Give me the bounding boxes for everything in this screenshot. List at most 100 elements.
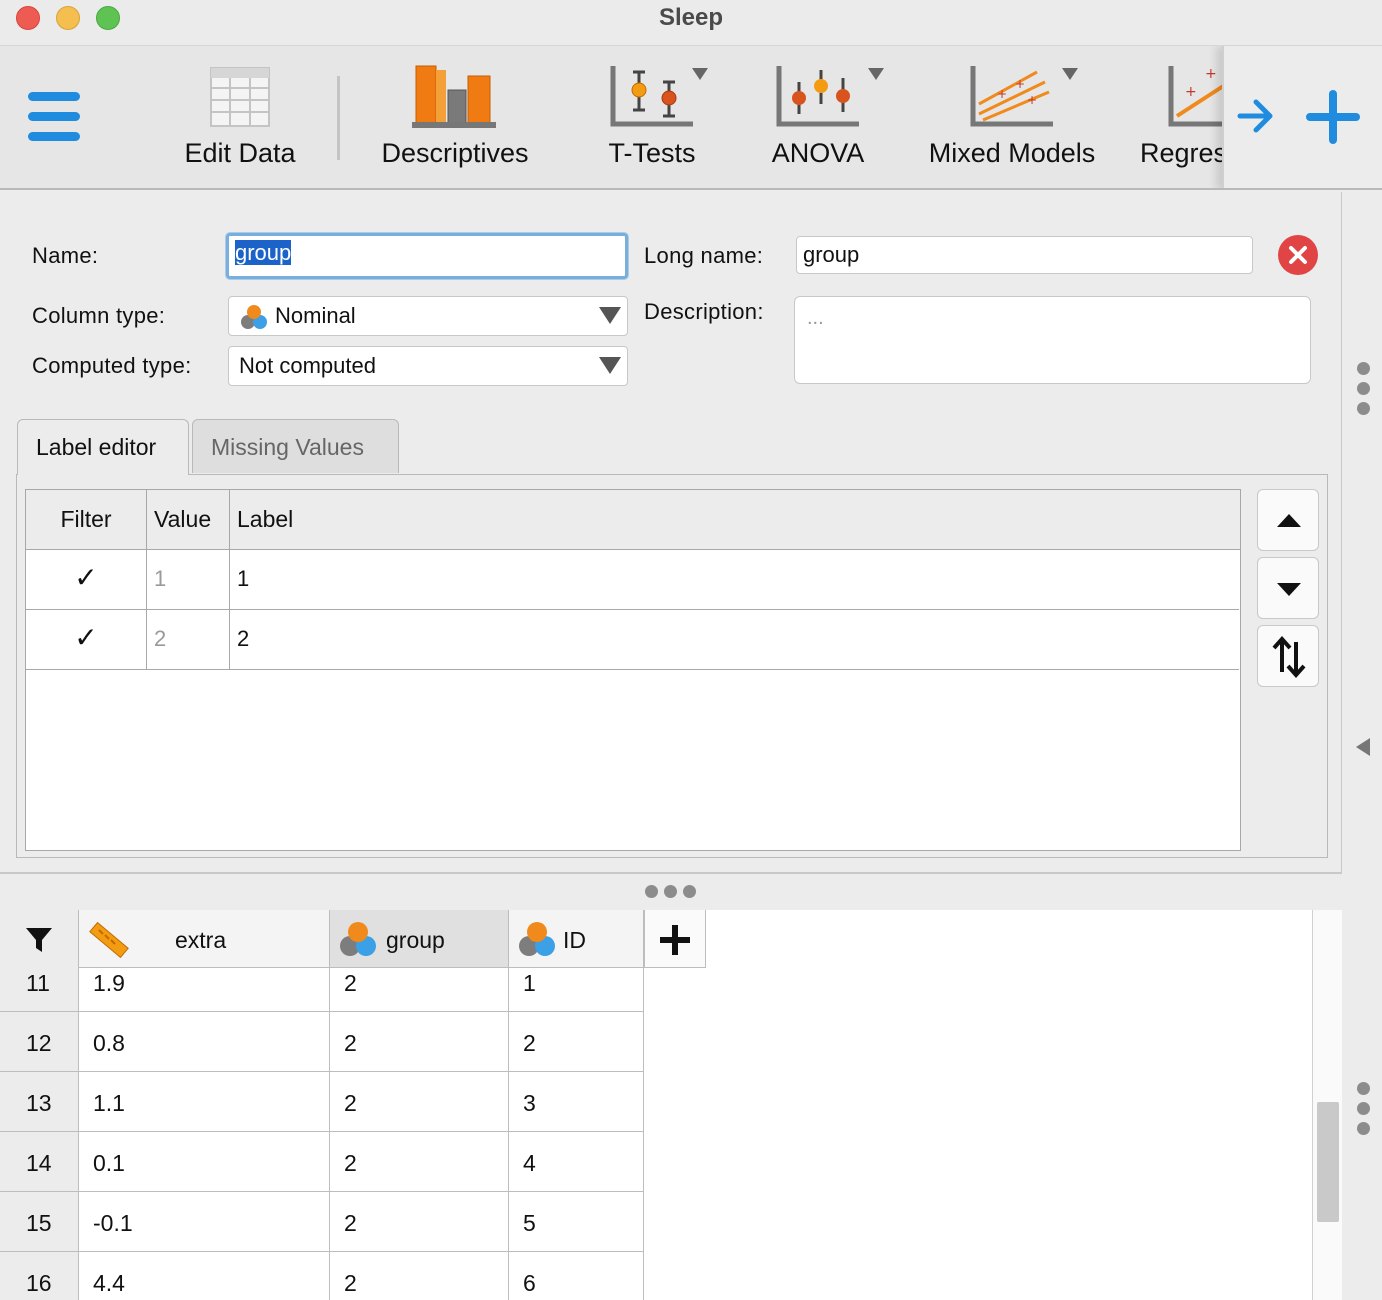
cell-id[interactable]: 2 [509, 1012, 644, 1072]
column-name: extra [175, 927, 227, 953]
hamburger-menu-icon[interactable] [28, 92, 80, 142]
row-number: 12 [0, 1012, 79, 1072]
t-tests-label: T-Tests [608, 138, 696, 168]
close-editor-button[interactable] [1278, 235, 1318, 275]
table-row[interactable]: ✓ 2 2 [26, 610, 1239, 670]
labels-table-header: Filter Value Label [26, 490, 1240, 550]
edit-data-icon [210, 67, 270, 127]
mixed-models-button[interactable]: + + + Mixed Models [922, 60, 1102, 180]
ribbon-separator [337, 76, 340, 160]
column-type-select[interactable]: Nominal [228, 296, 628, 336]
tab-missing-values[interactable]: Missing Values [192, 419, 399, 473]
anova-button[interactable]: ANOVA [758, 60, 884, 180]
t-tests-icon [610, 66, 693, 127]
sort-arrows-icon [1272, 635, 1306, 679]
value-column-header[interactable]: Value [147, 490, 230, 550]
column-type-label: Column type: [32, 303, 166, 328]
edit-data-label: Edit Data [184, 138, 296, 168]
cell-id[interactable]: 4 [509, 1132, 644, 1192]
cell-extra[interactable]: -0.1 [79, 1192, 330, 1252]
name-input-value: group [235, 240, 292, 265]
plus-icon [660, 925, 690, 955]
move-down-button[interactable] [1257, 557, 1319, 619]
ribbon-overflow-area [1222, 46, 1382, 188]
labels-table: Filter Value Label ✓ 1 1 ✓ 2 2 [25, 489, 1241, 851]
nominal-icon [241, 305, 267, 329]
filter-checkmark-icon[interactable]: ✓ [26, 550, 147, 609]
row-number: 16 [0, 1252, 79, 1300]
value-cell: 1 [147, 550, 230, 609]
label-cell[interactable]: 1 [230, 550, 1239, 609]
mixed-models-icon: + + + [970, 66, 1053, 127]
title-bar: Sleep [0, 0, 1382, 46]
cell-group[interactable]: 2 [330, 1012, 509, 1072]
add-module-icon[interactable] [1306, 90, 1360, 144]
table-row[interactable]: ✓ 1 1 [26, 550, 1239, 610]
row-number: 14 [0, 1132, 79, 1192]
t-tests-button[interactable]: T-Tests [582, 60, 722, 180]
cell-group[interactable]: 2 [330, 1252, 509, 1300]
cell-id[interactable]: 1 [509, 952, 644, 1012]
cell-id[interactable]: 3 [509, 1072, 644, 1132]
variable-editor-panel: Name: group Long name: group Column type… [0, 192, 1342, 872]
svg-text:+: + [997, 87, 1007, 101]
cell-id[interactable]: 5 [509, 1192, 644, 1252]
cell-group[interactable]: 2 [330, 1192, 509, 1252]
column-name: group [386, 927, 445, 953]
long-name-label: Long name: [644, 243, 764, 268]
filter-funnel-icon [26, 928, 52, 952]
scrollbar-thumb[interactable] [1317, 1102, 1339, 1222]
cell-id[interactable]: 6 [509, 1252, 644, 1300]
computed-type-select[interactable]: Not computed [228, 346, 628, 386]
column-type-value: Nominal [275, 303, 356, 328]
splitter[interactable] [0, 872, 1342, 874]
svg-text:+: + [1185, 84, 1197, 100]
anova-label: ANOVA [771, 138, 865, 168]
cell-extra[interactable]: 4.4 [79, 1252, 330, 1300]
vertical-scrollbar[interactable] [1312, 910, 1342, 1300]
filter-column-header[interactable]: Filter [26, 490, 147, 550]
panel-resize-handle-icon[interactable] [1357, 362, 1371, 422]
label-cell[interactable]: 2 [230, 610, 1239, 669]
triangle-down-icon [1277, 583, 1301, 596]
reverse-order-button[interactable] [1257, 625, 1319, 687]
label-column-header[interactable]: Label [230, 490, 1240, 550]
mixed-models-dropdown-icon[interactable] [1062, 68, 1078, 80]
cell-extra[interactable]: 1.9 [79, 952, 330, 1012]
ribbon-toolbar: Edit Data Descriptives T-Tests ANOVA + +… [0, 46, 1382, 190]
row-number: 11 [0, 952, 79, 1012]
splitter-handle-icon[interactable] [645, 885, 702, 899]
panel-resize-handle-icon[interactable] [1357, 1082, 1371, 1142]
descriptives-label: Descriptives [381, 138, 529, 168]
chevron-down-icon [599, 357, 621, 374]
add-column-button[interactable] [644, 910, 706, 968]
anova-dropdown-icon[interactable] [868, 68, 884, 80]
window-title: Sleep [658, 4, 724, 31]
arrow-right-icon[interactable] [1236, 94, 1276, 138]
tab-label-editor[interactable]: Label editor [17, 419, 189, 475]
svg-text:+: + [1027, 93, 1037, 107]
description-input[interactable]: ... [794, 296, 1311, 384]
cell-extra[interactable]: 0.1 [79, 1132, 330, 1192]
cell-group[interactable]: 2 [330, 952, 509, 1012]
computed-type-value: Not computed [239, 353, 376, 378]
move-up-button[interactable] [1257, 489, 1319, 551]
row-number: 13 [0, 1072, 79, 1132]
cell-extra[interactable]: 1.1 [79, 1072, 330, 1132]
name-input[interactable]: group [226, 233, 628, 279]
description-label: Description: [644, 299, 764, 324]
svg-text:+: + [1015, 77, 1025, 91]
edit-data-button[interactable]: Edit Data [170, 60, 310, 180]
collapse-panel-icon[interactable] [1356, 738, 1370, 756]
name-label: Name: [32, 243, 99, 268]
label-editor-pane: Filter Value Label ✓ 1 1 ✓ 2 2 [16, 474, 1328, 858]
cell-group[interactable]: 2 [330, 1072, 509, 1132]
svg-text:+: + [1205, 66, 1217, 82]
t-tests-dropdown-icon[interactable] [692, 68, 708, 80]
descriptives-button[interactable]: Descriptives [370, 60, 540, 180]
cell-extra[interactable]: 0.8 [79, 1012, 330, 1072]
long-name-input[interactable]: group [796, 236, 1253, 274]
filter-checkmark-icon[interactable]: ✓ [26, 610, 147, 669]
anova-icon [776, 66, 859, 127]
cell-group[interactable]: 2 [330, 1132, 509, 1192]
